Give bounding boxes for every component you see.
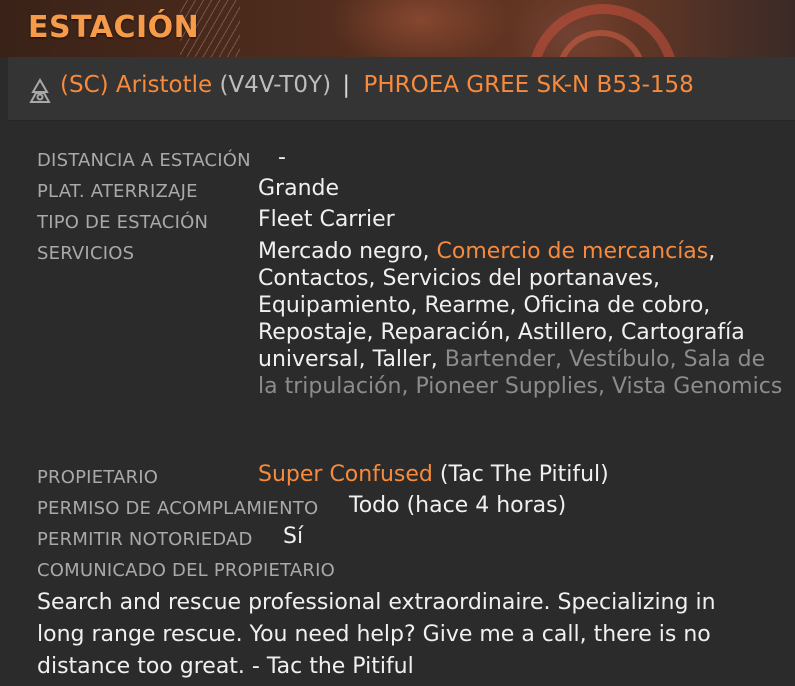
owner-row: PROPIETARIO Super Confused (Tac The Piti…: [37, 462, 609, 488]
service-item: Equipamiento: [258, 293, 411, 318]
services-label: SERVICIOS: [37, 243, 135, 264]
landing-pad-value: Grande: [258, 176, 340, 201]
landing-pad-label: PLAT. ATERRIZAJE: [37, 181, 198, 202]
services-list: Mercado negro, Comercio de mercancías, C…: [258, 239, 783, 399]
message-row: COMUNICADO DEL PROPIETARIO: [37, 560, 335, 581]
message-label: COMUNICADO DEL PROPIETARIO: [37, 560, 335, 581]
owner-label: PROPIETARIO: [37, 467, 159, 488]
notoriety-label: PERMITIR NOTORIEDAD: [37, 529, 253, 550]
services-row: SERVICIOS: [37, 243, 134, 264]
docking-row: PERMISO DE ACOMPLAMIENTO Todo (hace 4 ho…: [37, 493, 566, 519]
service-item: Rearme: [424, 293, 510, 318]
banner-glow: [330, 0, 510, 57]
station-title-line: (SC) Aristotle (V4V-T0Y) | PHROEA GREE S…: [60, 72, 694, 98]
station-type-value: Fleet Carrier: [258, 207, 395, 232]
distance-label: DISTANCIA A ESTACIÓN: [37, 150, 251, 171]
station-name[interactable]: (SC) Aristotle: [60, 72, 212, 98]
service-item: Bartender: [444, 347, 556, 372]
service-item: Taller: [372, 347, 431, 372]
fleet-carrier-icon: [29, 78, 51, 103]
station-details: DISTANCIA A ESTACIÓN - PLAT. ATERRIZAJE …: [8, 121, 795, 686]
service-item[interactable]: Comercio de mercancías: [437, 239, 709, 264]
service-item: Oficina de cobro: [523, 293, 704, 318]
title-separator: |: [342, 72, 351, 98]
distance-row: DISTANCIA A ESTACIÓN -: [37, 145, 286, 171]
service-item: Contactos: [258, 266, 369, 291]
owner-message: Search and rescue professional extraordi…: [37, 590, 716, 679]
system-name-link[interactable]: PHROEA GREE SK-N B53-158: [363, 72, 693, 98]
service-item: Repostaje: [258, 320, 367, 345]
owner-value: Super Confused (Tac The Pitiful): [258, 462, 609, 487]
page-title: ESTACIÓN: [28, 10, 200, 45]
service-item: Pioneer Supplies: [415, 374, 598, 399]
station-type-label: TIPO DE ESTACIÓN: [37, 212, 209, 233]
docking-label: PERMISO DE ACOMPLAMIENTO: [37, 498, 319, 519]
service-item: Reparación: [380, 320, 504, 345]
landing-pad-row: PLAT. ATERRIZAJE Grande: [37, 176, 339, 202]
service-item: Vista Genomics: [611, 374, 783, 399]
owner-name-link[interactable]: Super Confused: [258, 462, 433, 487]
header-banner: ESTACIÓN: [0, 0, 795, 57]
service-item: Mercado negro: [258, 239, 423, 264]
station-bar: (SC) Aristotle (V4V-T0Y) | PHROEA GREE S…: [8, 57, 795, 121]
notoriety-row: PERMITIR NOTORIEDAD Sí: [37, 524, 303, 550]
service-item: Vestíbulo: [569, 347, 670, 372]
station-type-row: TIPO DE ESTACIÓN Fleet Carrier: [37, 207, 395, 233]
notoriety-value: Sí: [283, 524, 304, 549]
docking-value: Todo (hace 4 horas): [349, 493, 567, 518]
station-callsign: (V4V-T0Y): [219, 72, 332, 98]
distance-value: -: [278, 145, 286, 170]
service-item: Astillero: [517, 320, 607, 345]
service-item: Servicios del portanaves: [382, 266, 653, 291]
owner-commander: (Tac The Pitiful): [439, 462, 609, 487]
